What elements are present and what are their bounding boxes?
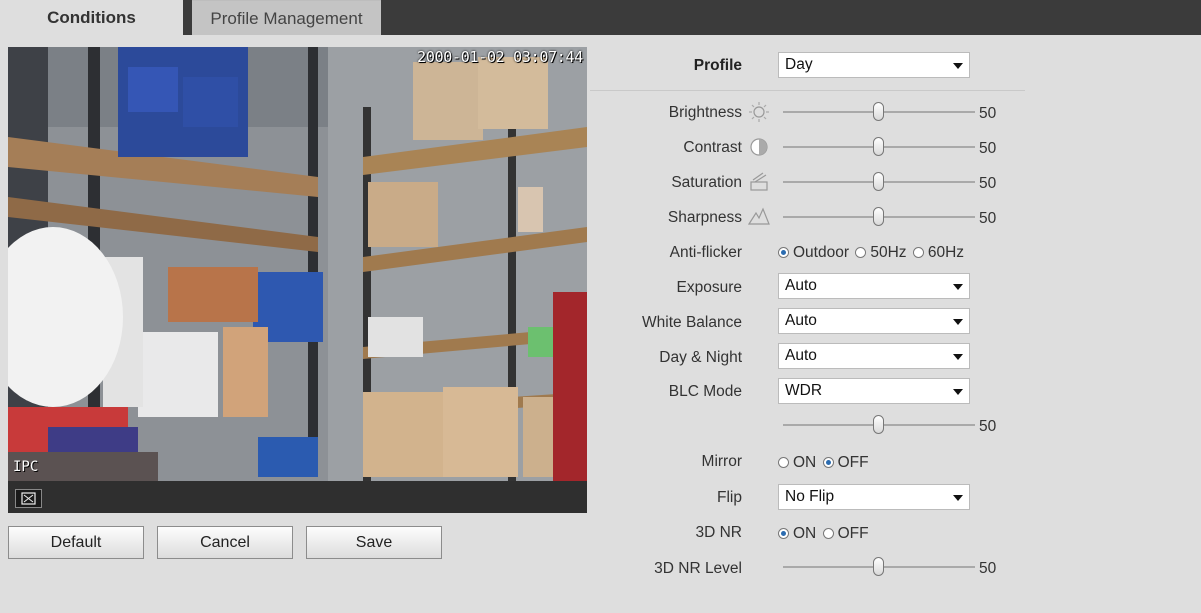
sharpness-value: 50 (979, 210, 997, 227)
contrast-icon (750, 138, 768, 156)
profile-label: Profile (693, 57, 742, 74)
divider (590, 90, 1025, 91)
radio-label-outdoor: Outdoor (793, 244, 850, 261)
dropdown-arrow-icon (953, 63, 963, 69)
brightness-value: 50 (979, 105, 997, 122)
slider-thumb[interactable] (873, 557, 884, 576)
mirror-label: Mirror (701, 453, 742, 470)
dropdown-arrow-icon (953, 354, 963, 360)
white-balance-select-value: Auto (785, 312, 817, 329)
fullscreen-button[interactable] (15, 489, 42, 508)
slider-thumb[interactable] (873, 415, 884, 434)
fullscreen-icon (21, 492, 36, 505)
profile-select-value: Day (785, 56, 813, 73)
sharpness-icon (747, 207, 770, 225)
radio-3d-nr-on[interactable] (778, 528, 789, 539)
radio-3d-nr-off[interactable] (822, 528, 834, 539)
blc-mode-select-value: WDR (785, 382, 823, 399)
radio-label-60hz: 60Hz (927, 244, 965, 261)
channel-label: IPC (13, 459, 39, 475)
radio-label-mirror-off: OFF (837, 454, 869, 471)
tab-conditions[interactable]: Conditions (0, 0, 183, 35)
sharpness-slider[interactable] (783, 207, 975, 227)
radio-label-50hz: 50Hz (870, 244, 907, 261)
camera-image (8, 47, 587, 481)
3d-nr-level-value: 50 (979, 560, 997, 577)
slider-thumb[interactable] (873, 102, 884, 121)
blc-mode-select[interactable]: WDR (778, 378, 970, 404)
radio-50hz[interactable] (855, 247, 867, 258)
slider-thumb[interactable] (873, 172, 884, 191)
3d-nr-label: 3D NR (695, 524, 742, 541)
save-button[interactable]: Save (306, 526, 442, 559)
day-night-select-value: Auto (785, 347, 817, 364)
radio-label-3d-nr-off: OFF (837, 525, 869, 542)
slider-thumb[interactable] (873, 207, 884, 226)
radio-label-3d-nr-on: ON (793, 525, 817, 542)
3d-nr-options: ON OFF (778, 525, 871, 543)
radio-mirror-on[interactable] (778, 457, 789, 468)
contrast-value: 50 (979, 140, 997, 157)
top-bar: Conditions Profile Management (0, 0, 1201, 35)
3d-nr-level-label: 3D NR Level (654, 560, 742, 577)
contrast-slider[interactable] (783, 137, 975, 157)
exposure-select-value: Auto (785, 277, 817, 294)
anti-flicker-label: Anti-flicker (669, 244, 742, 261)
white-balance-label: White Balance (642, 314, 742, 331)
blc-mode-label: BLC Mode (668, 383, 742, 400)
white-balance-select[interactable]: Auto (778, 308, 970, 334)
radio-mirror-off[interactable] (822, 457, 834, 468)
day-night-select[interactable]: Auto (778, 343, 970, 369)
tab-profile-management[interactable]: Profile Management (192, 0, 381, 35)
wdr-level-slider[interactable] (783, 415, 975, 435)
saturation-slider[interactable] (783, 172, 975, 192)
saturation-label: Saturation (671, 174, 742, 191)
flip-select[interactable]: No Flip (778, 484, 970, 510)
sun-icon (749, 102, 769, 122)
anti-flicker-options: Outdoor 50Hz 60Hz (778, 244, 966, 262)
exposure-select[interactable]: Auto (778, 273, 970, 299)
flip-select-value: No Flip (785, 488, 835, 505)
contrast-label: Contrast (683, 139, 742, 156)
flip-label: Flip (717, 489, 742, 506)
live-video-preview: 2000-01-02 03:07:44 IPC (8, 47, 587, 513)
sharpness-label: Sharpness (667, 209, 742, 226)
3d-nr-level-slider[interactable] (783, 557, 975, 577)
dropdown-arrow-icon (953, 495, 963, 501)
saturation-icon (750, 172, 768, 191)
brightness-slider[interactable] (783, 102, 975, 122)
mirror-options: ON OFF (778, 454, 871, 472)
radio-label-mirror-on: ON (793, 454, 817, 471)
day-night-label: Day & Night (659, 349, 742, 366)
radio-60hz[interactable] (912, 247, 924, 258)
default-button[interactable]: Default (8, 526, 144, 559)
wdr-level-value: 50 (979, 418, 997, 435)
saturation-value: 50 (979, 175, 997, 192)
dropdown-arrow-icon (953, 284, 963, 290)
profile-select[interactable]: Day (778, 52, 970, 78)
slider-thumb[interactable] (873, 137, 884, 156)
brightness-label: Brightness (668, 104, 742, 121)
dropdown-arrow-icon (953, 319, 963, 325)
radio-outdoor[interactable] (778, 247, 789, 258)
dropdown-arrow-icon (953, 389, 963, 395)
video-control-bar (8, 481, 587, 513)
exposure-label: Exposure (676, 279, 742, 296)
cancel-button[interactable]: Cancel (157, 526, 293, 559)
